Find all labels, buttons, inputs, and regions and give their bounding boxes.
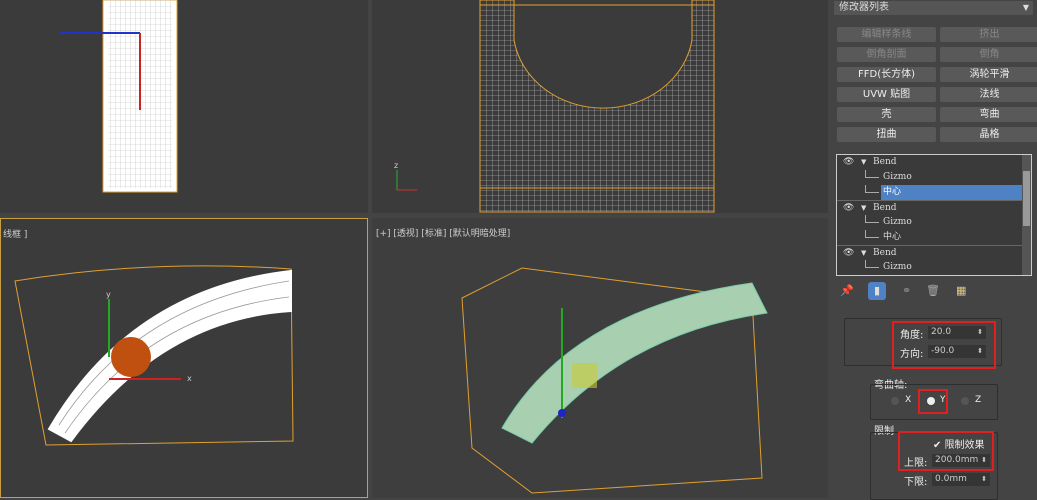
remove-modifier-icon[interactable]: 🗑: [926, 284, 940, 297]
modifier-list-dropdown[interactable]: 修改器列表 ▼: [834, 1, 1033, 15]
pin-stack-icon[interactable]: 📌: [840, 284, 854, 297]
modifier-button[interactable]: 壳: [837, 107, 936, 122]
stack-modifier-item[interactable]: 👁 ▼ Bend: [837, 155, 1031, 170]
modifier-button[interactable]: 法线: [940, 87, 1037, 102]
front-view-wireframe: z: [394, 0, 715, 213]
perspective-shaded-object: [461, 267, 768, 494]
stack-modifier-item[interactable]: 👁 ▼ Bend: [837, 245, 1031, 260]
axis-z-label: Z: [975, 395, 982, 405]
axis-z-label: z: [394, 161, 398, 170]
direction-spinner[interactable]: -90.0 ⬍: [928, 345, 986, 358]
modifier-list-label: 修改器列表: [839, 2, 889, 13]
upper-limit-spinner[interactable]: 200.0mm ⬍: [932, 454, 990, 467]
lower-limit-spinner[interactable]: 0.0mm ⬍: [932, 473, 990, 486]
stack-modifier-item[interactable]: 👁 ▼ Bend: [837, 200, 1031, 215]
axis-x-label: X: [905, 395, 912, 405]
top-view-wireframe: [60, 0, 178, 193]
eye-icon[interactable]: 👁: [843, 155, 854, 170]
axis-x-label: x: [187, 374, 192, 383]
expand-triangle-icon[interactable]: ▼: [861, 201, 866, 216]
stack-subobject-item[interactable]: Gizmo: [837, 215, 1031, 230]
make-unique-icon[interactable]: ⚭: [902, 284, 911, 297]
modifier-button: 挤出: [940, 27, 1037, 42]
modifier-button[interactable]: 弯曲: [940, 107, 1037, 122]
show-end-result-icon[interactable]: ▮: [868, 282, 886, 300]
modifier-stack[interactable]: 👁 ▼ Bend Gizmo 中心 👁 ▼ Bend Gizmo 中心 👁 ▼ Bend Gizmo: [836, 154, 1032, 276]
modifier-button[interactable]: FFD(长方体): [837, 67, 936, 82]
eye-icon[interactable]: 👁: [843, 246, 854, 261]
configure-sets-icon[interactable]: ▦: [956, 284, 966, 297]
modifier-button[interactable]: 扭曲: [837, 127, 936, 142]
axis-y-radio[interactable]: [927, 397, 935, 405]
modifier-button[interactable]: 晶格: [940, 127, 1037, 142]
viewport-bottom-right[interactable]: [+] [透视] [标准] [默认明暗处理]: [372, 218, 828, 498]
modifier-button: 倒角剖面: [837, 47, 936, 62]
bent-object-wireframe: y x: [14, 265, 294, 446]
viewport-top-right[interactable]: z: [372, 0, 828, 213]
expand-triangle-icon[interactable]: ▼: [861, 155, 866, 170]
lower-limit-label: 下限:: [904, 477, 928, 488]
axis-x-radio[interactable]: [891, 397, 899, 405]
expand-triangle-icon[interactable]: ▼: [861, 246, 866, 261]
eye-icon[interactable]: 👁: [843, 201, 854, 216]
modifier-button[interactable]: UVW 贴图: [837, 87, 936, 102]
stack-subobject-item[interactable]: 中心: [837, 230, 1031, 245]
viewport-top-left[interactable]: [0, 0, 368, 213]
axis-y-label: y: [106, 290, 111, 299]
upper-limit-label: 上限:: [904, 458, 928, 469]
command-panel: 修改器列表 ▼ 编辑样条线 挤出 倒角剖面 倒角 FFD(长方体) 涡轮平滑 UVW 贴图 法线…: [830, 0, 1037, 500]
angle-label: 角度:: [900, 330, 924, 341]
stack-subobject-item[interactable]: 中心: [837, 185, 1031, 200]
stack-subobject-item[interactable]: Gizmo: [837, 260, 1031, 275]
direction-label: 方向:: [900, 349, 924, 360]
stack-subobject-item[interactable]: Gizmo: [837, 170, 1031, 185]
viewport-bottom-left[interactable]: 线框 ] y x: [0, 218, 368, 498]
limit-effect-checkbox[interactable]: ✔ 限制效果: [933, 436, 985, 451]
angle-spinner[interactable]: 20.0 ⬍: [928, 326, 986, 339]
modifier-button: 编辑样条线: [837, 27, 936, 42]
stack-scrollbar[interactable]: [1022, 155, 1031, 275]
axis-z-radio[interactable]: [961, 397, 969, 405]
modifier-button: 倒角: [940, 47, 1037, 62]
axis-y-label: Y: [940, 395, 946, 405]
modifier-button[interactable]: 涡轮平滑: [940, 67, 1037, 82]
dropdown-arrow-icon: ▼: [1022, 3, 1029, 12]
